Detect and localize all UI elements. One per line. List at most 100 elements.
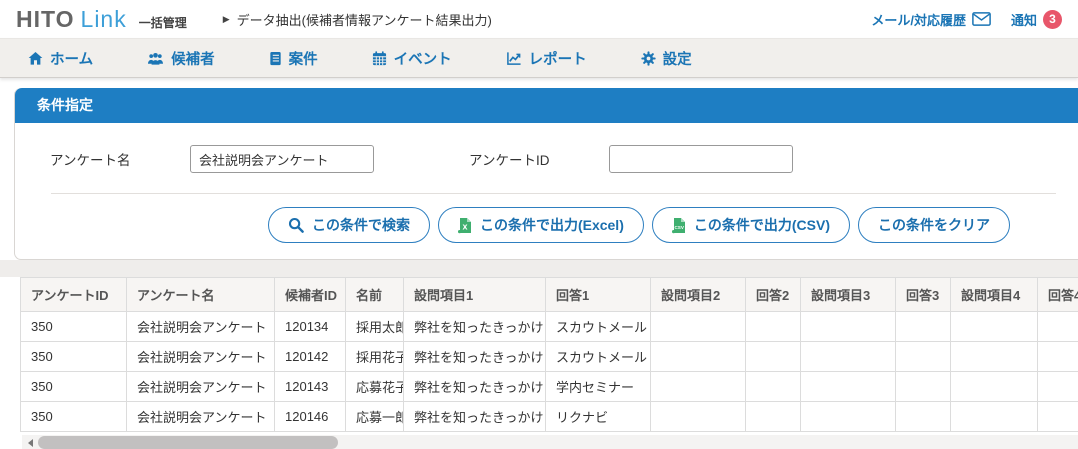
table-cell <box>1037 401 1078 432</box>
table-cell <box>800 341 896 372</box>
table-cell <box>950 341 1038 372</box>
export-csv-button[interactable]: CSV この条件で出力(CSV) <box>651 207 850 243</box>
table-cell <box>800 371 896 402</box>
app-header: HITO Link 一括管理 ▶ データ抽出(候補者情報アンケート結果出力) メ… <box>0 0 1078 38</box>
table-cell: リクナビ <box>545 401 651 432</box>
table-cell: 弊社を知ったきっかけ <box>403 371 546 402</box>
csv-file-icon: CSV <box>671 217 686 234</box>
filter-form-row: アンケート名 アンケートID <box>35 145 1078 173</box>
table-cell: 会社説明会アンケート <box>126 341 275 372</box>
nav-item-projects[interactable]: 案件 <box>269 48 318 69</box>
header-links: メール/対応履歴 通知 3 <box>871 9 1062 29</box>
search-button[interactable]: この条件で検索 <box>267 207 430 243</box>
table-cell: 120146 <box>274 401 346 432</box>
column-header: 設問項目1 <box>403 277 546 312</box>
table-cell: 応募花子 <box>345 371 404 402</box>
table-cell: 350 <box>20 371 127 402</box>
table-header-row: アンケートID アンケート名 候補者ID 名前 設問項目1 回答1 設問項目2 回答2 設問項目… <box>20 277 1078 312</box>
table-cell <box>745 401 801 432</box>
table-cell <box>650 401 746 432</box>
scrollbar-thumb[interactable] <box>38 436 338 449</box>
table-cell <box>650 341 746 372</box>
survey-name-input[interactable] <box>190 145 374 173</box>
column-header: アンケートID <box>20 277 127 312</box>
table-cell <box>895 371 951 402</box>
breadcrumb-text: データ抽出(候補者情報アンケート結果出力) <box>236 12 492 28</box>
table-cell: スカウトメール <box>545 341 651 372</box>
table-cell: スカウトメール <box>545 311 651 342</box>
svg-text:CSV: CSV <box>674 224 684 229</box>
gear-icon <box>640 50 656 66</box>
table-cell <box>1037 371 1078 402</box>
table-cell <box>745 341 801 372</box>
survey-id-label: アンケートID <box>469 153 550 168</box>
table-cell: 応募一郎 <box>345 401 404 432</box>
form-divider <box>51 193 1056 194</box>
table-cell <box>895 401 951 432</box>
home-icon <box>28 51 43 66</box>
column-header: 回答2 <box>745 277 801 312</box>
nav-item-reports[interactable]: レポート <box>506 48 587 69</box>
table-row: 350 会社説明会アンケート 120134 採用太郎 弊社を知ったきっかけ スカウトメール <box>20 311 1078 342</box>
notifications-link[interactable]: 通知 3 <box>1010 9 1062 29</box>
table-cell: 350 <box>20 401 127 432</box>
breadcrumb: ▶ データ抽出(候補者情報アンケート結果出力) <box>223 10 492 29</box>
column-header: 設問項目3 <box>800 277 896 312</box>
table-cell <box>1037 341 1078 372</box>
table-cell: 会社説明会アンケート <box>126 371 275 402</box>
svg-text:x: x <box>462 221 467 231</box>
chart-icon <box>506 51 522 66</box>
table-row: 350 会社説明会アンケート 120142 採用花子 弊社を知ったきっかけ スカウトメール <box>20 341 1078 372</box>
column-header: 設問項目2 <box>650 277 746 312</box>
table-cell: 120142 <box>274 341 346 372</box>
table-cell: 会社説明会アンケート <box>126 401 275 432</box>
table-cell <box>950 401 1038 432</box>
table-cell: 採用太郎 <box>345 311 404 342</box>
button-label: この条件で出力(Excel) <box>479 217 624 233</box>
table-cell: 学内セミナー <box>545 371 651 402</box>
scrollbar-track[interactable] <box>38 435 1078 449</box>
button-label: この条件で出力(CSV) <box>693 217 830 233</box>
form-field: アンケートID <box>374 145 793 173</box>
table-cell: 会社説明会アンケート <box>126 311 275 342</box>
export-excel-button[interactable]: x この条件で出力(Excel) <box>437 207 644 243</box>
filter-panel: 条件指定 アンケート名 アンケートID この条件で検索 x この条件で出力(Ex… <box>14 88 1078 260</box>
filter-button-row: この条件で検索 x この条件で出力(Excel) CSV この条件で出力(CSV… <box>35 207 1078 243</box>
table-cell <box>950 371 1038 402</box>
nav-item-label: 案件 <box>288 51 318 68</box>
nav-item-label: 設定 <box>662 51 692 68</box>
button-label: この条件をクリア <box>878 217 990 233</box>
users-icon <box>147 51 164 66</box>
logo-subtitle: 一括管理 <box>138 15 187 30</box>
table-cell: 採用花子 <box>345 341 404 372</box>
app-logo: HITO Link 一括管理 <box>16 6 187 33</box>
nav-item-label: イベント <box>393 51 452 68</box>
nav-item-candidates[interactable]: 候補者 <box>147 48 215 69</box>
clear-button[interactable]: この条件をクリア <box>858 207 1010 243</box>
nav-item-home[interactable]: ホーム <box>28 48 93 69</box>
search-icon <box>288 217 304 233</box>
table-row: 350 会社説明会アンケート 120146 応募一郎 弊社を知ったきっかけ リクナビ <box>20 401 1078 432</box>
nav-item-settings[interactable]: 設定 <box>640 48 692 69</box>
logo-link: Link <box>80 5 127 32</box>
filter-panel-body: アンケート名 アンケートID この条件で検索 x この条件で出力(Excel) … <box>15 123 1078 259</box>
mail-history-link[interactable]: メール/対応履歴 <box>871 10 991 29</box>
scroll-left-arrow[interactable] <box>22 435 38 449</box>
survey-id-input[interactable] <box>609 145 793 173</box>
table-cell <box>895 311 951 342</box>
notifications-label: 通知 <box>1010 12 1037 28</box>
table-cell <box>1037 311 1078 342</box>
column-header: 回答3 <box>895 277 951 312</box>
nav-item-label: ホーム <box>50 51 94 68</box>
table-cell <box>745 311 801 342</box>
table-cell <box>650 371 746 402</box>
nav-item-events[interactable]: イベント <box>372 48 452 69</box>
column-header: 設問項目4 <box>950 277 1038 312</box>
left-triangle-icon <box>27 438 33 447</box>
envelope-icon <box>972 12 991 26</box>
clipboard-icon <box>269 51 282 66</box>
nav-item-label: レポート <box>528 51 587 68</box>
survey-name-label: アンケート名 <box>50 153 131 168</box>
excel-file-icon: x <box>457 217 472 234</box>
table-cell: 350 <box>20 311 127 342</box>
